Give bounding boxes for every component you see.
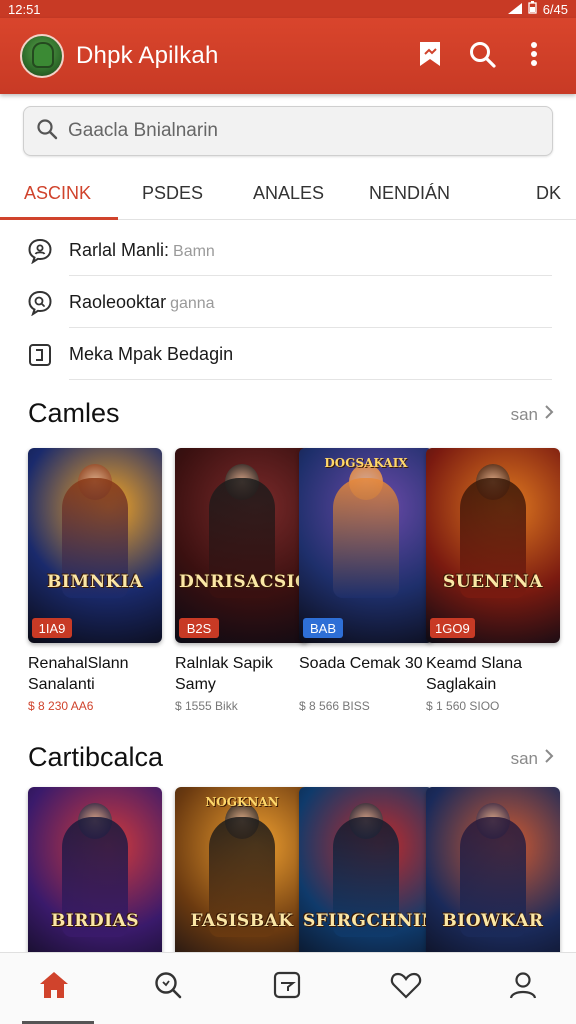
nav-favorites[interactable]: [386, 967, 426, 1007]
cover-title-text: BIOWKAR: [442, 911, 544, 931]
app-bar: Dhpk Apilkah: [0, 18, 576, 94]
cover-title-text: SUENFNA: [443, 572, 543, 592]
search-icon: [36, 118, 58, 145]
chevron-right-icon: [544, 404, 554, 425]
suggestion-subtext: ganna: [170, 294, 215, 312]
signal-icon: [507, 2, 522, 17]
game-title: Keamd Slana Saglakain: [426, 655, 523, 693]
more-vert-icon: [530, 41, 538, 72]
see-all-link[interactable]: san: [511, 748, 554, 769]
app-title: Dhpk Apilkah: [76, 42, 219, 69]
game-meta: $ 8 566 BISS: [299, 699, 370, 713]
game-title: RenahalSlann Sanalanti: [28, 655, 129, 693]
heart-icon: [390, 970, 422, 1005]
tab-bar: ASCINK PSDES ANALES NENDIÁN DK: [0, 166, 576, 220]
tab-ascink[interactable]: ASCINK: [24, 166, 91, 220]
game-cover-image[interactable]: DNRISACSION B2S: [175, 448, 309, 643]
battery-level: 6/45: [542, 1, 568, 17]
home-icon: [38, 970, 70, 1005]
bookmark-icon: [417, 40, 443, 73]
suggestion-item[interactable]: Meka Mpak Bedagin: [0, 328, 576, 380]
tab-indicator: [0, 217, 118, 220]
square-bracket-icon: [27, 342, 53, 368]
bottom-navigation: [0, 952, 576, 1024]
search-bar[interactable]: [23, 106, 553, 156]
price-badge: 1IA9: [32, 618, 72, 638]
game-meta: $ 1 560 SIOO: [426, 699, 500, 713]
nav-search[interactable]: [148, 967, 188, 1007]
game-title: Soada Cemak 30: [299, 655, 423, 672]
see-all-label: san: [510, 404, 538, 424]
game-title: Ralnlak Sapik Samy: [175, 655, 273, 693]
see-all-label: san: [510, 748, 538, 768]
status-time: 12:51: [8, 1, 41, 17]
overflow-menu-button[interactable]: [508, 30, 560, 82]
cover-title-text: BIRDIAS: [50, 911, 140, 931]
tab-psdes[interactable]: PSDES: [142, 166, 203, 220]
game-meta: $ 1555 Bikk: [175, 699, 238, 713]
chat-search-icon: [27, 290, 53, 316]
suggestion-text: Rarlal Manli:: [69, 239, 170, 260]
suggestion-text: Raoleooktar: [69, 291, 167, 312]
nav-store[interactable]: [267, 967, 307, 1007]
cover-title-text: DNRISACSION: [179, 572, 309, 592]
see-all-link[interactable]: san: [511, 404, 554, 425]
nav-profile[interactable]: [503, 967, 543, 1007]
search-button[interactable]: [456, 30, 508, 82]
price-badge: BAB: [303, 618, 343, 638]
status-bar: 12:51 6/45: [0, 0, 576, 18]
profile-icon: [508, 970, 538, 1005]
tab-anales[interactable]: ANALES: [253, 166, 324, 220]
chat-person-icon: [27, 238, 53, 264]
battery-icon: [528, 1, 537, 17]
game-cover-image[interactable]: SUENFNA 1GO9: [426, 448, 560, 643]
search-input[interactable]: [68, 120, 508, 142]
cover-title-text: FASISBAK: [190, 911, 294, 931]
cover-top-text: DOGSAKAIX: [324, 456, 408, 470]
search-icon: [468, 40, 496, 73]
avatar[interactable]: [20, 34, 64, 78]
nav-home[interactable]: [34, 967, 74, 1007]
game-meta: $ 8 230 AA6: [28, 699, 94, 713]
cover-top-text: NOGKNAN: [205, 795, 279, 809]
search-icon: [153, 970, 183, 1005]
game-cover-image[interactable]: DOGSAKAIX BAB: [299, 448, 433, 643]
suggestion-text: Meka Mpak Bedagin: [69, 343, 234, 364]
section-title: Cartibcalca: [28, 742, 164, 772]
chevron-right-icon: [544, 748, 554, 769]
cover-title-text: BIMNKIA: [46, 572, 144, 592]
price-badge: B2S: [179, 618, 219, 638]
store-icon: [272, 970, 302, 1005]
bookmark-button[interactable]: [404, 30, 456, 82]
cover-title-text: SFIRGCHNIN: [303, 911, 433, 931]
divider: [69, 379, 552, 380]
tab-dk[interactable]: DK: [536, 166, 561, 220]
game-cover-image[interactable]: BIMNKIA 1IA9: [28, 448, 162, 643]
status-icons: 6/45: [507, 1, 568, 17]
section-title: Camles: [28, 398, 120, 428]
suggestion-item[interactable]: Raoleooktar ganna: [0, 276, 576, 328]
tab-nendian[interactable]: NENDIÁN: [369, 166, 450, 220]
price-badge: 1GO9: [430, 618, 475, 638]
character-art: [333, 478, 399, 598]
suggestion-subtext: Bamn: [173, 242, 215, 260]
suggestion-item[interactable]: Rarlal Manli: Bamn: [0, 224, 576, 276]
